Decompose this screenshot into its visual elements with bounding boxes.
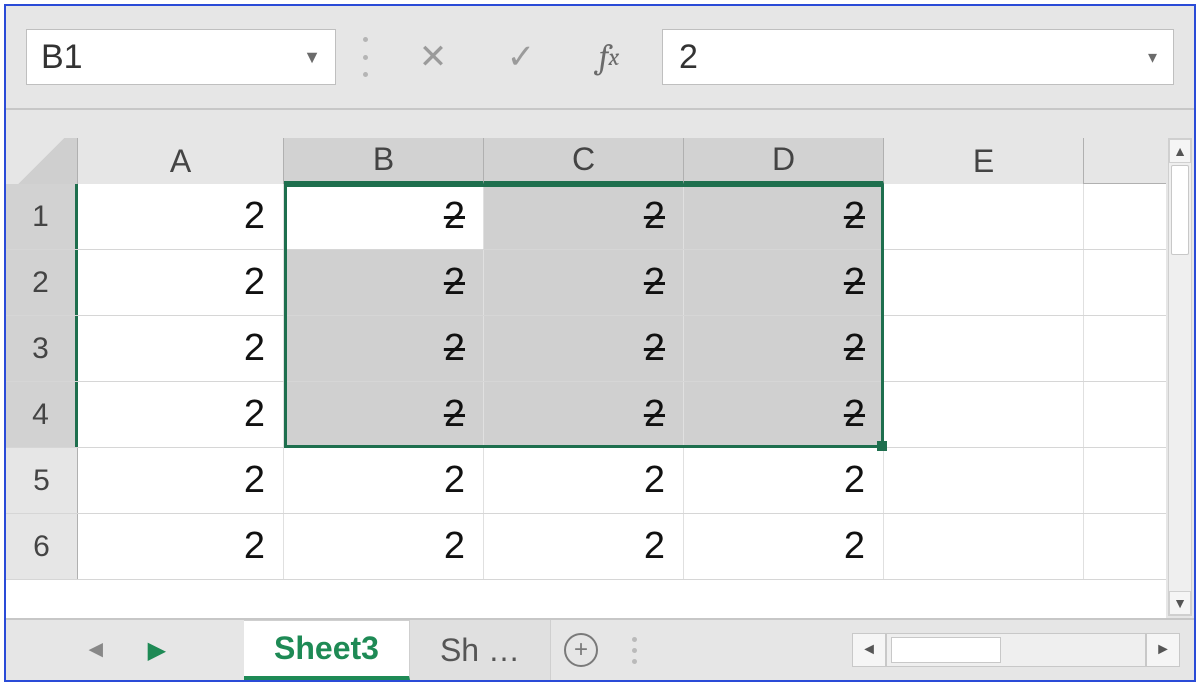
cell-A1[interactable]: 2 <box>78 184 284 249</box>
sheet-tab-other[interactable]: Sh … <box>410 620 551 680</box>
sheet-nav-next-icon[interactable]: ▶ <box>148 636 166 665</box>
name-box[interactable]: B1 ▼ <box>26 29 336 85</box>
cell-D2[interactable]: 2 <box>684 250 884 315</box>
cell-B5[interactable]: 2 <box>284 448 484 513</box>
sheet-tab-active-label: Sheet3 <box>274 630 379 667</box>
formula-value: 2 <box>679 38 698 77</box>
formula-expand-icon[interactable]: ▾ <box>1148 47 1157 68</box>
cell-E6[interactable] <box>884 514 1084 579</box>
sheet-tab-bar: ◄ ▶ Sheet3 Sh … + ◄ ► <box>6 618 1194 680</box>
row-header-1[interactable]: 1 <box>6 184 78 249</box>
excel-window: B1 ▼ ✕ ✓ fx 2 ▾ A B C D E 1 <box>4 4 1196 682</box>
row-header-5[interactable]: 5 <box>6 448 78 513</box>
row: 4 2 2 2 2 <box>6 382 1166 448</box>
scroll-up-icon[interactable]: ▲ <box>1169 139 1191 163</box>
cell-A2[interactable]: 2 <box>78 250 284 315</box>
cell-A6[interactable]: 2 <box>78 514 284 579</box>
cell-D4[interactable]: 2 <box>684 382 884 447</box>
cell-D1[interactable]: 2 <box>684 184 884 249</box>
col-header-D[interactable]: D <box>684 138 884 184</box>
cell-B2[interactable]: 2 <box>284 250 484 315</box>
formula-input[interactable]: 2 ▾ <box>662 29 1174 85</box>
horizontal-scrollbar[interactable]: ◄ ► <box>852 620 1194 680</box>
sheet-nav-prev-icon[interactable]: ◄ <box>84 636 108 664</box>
cell-E2[interactable] <box>884 250 1084 315</box>
cell-D5[interactable]: 2 <box>684 448 884 513</box>
cell-A5[interactable]: 2 <box>78 448 284 513</box>
row-header-2[interactable]: 2 <box>6 250 78 315</box>
row-header-6[interactable]: 6 <box>6 514 78 579</box>
formula-bar-splitter-icon[interactable] <box>360 37 370 77</box>
scroll-left-icon[interactable]: ◄ <box>852 633 886 667</box>
row-header-4[interactable]: 4 <box>6 382 78 447</box>
sheet-nav: ◄ ▶ <box>6 620 244 680</box>
row: 2 2 2 2 2 <box>6 250 1166 316</box>
cell-C4[interactable]: 2 <box>484 382 684 447</box>
cell-C6[interactable]: 2 <box>484 514 684 579</box>
confirm-edit-button: ✓ <box>486 29 556 85</box>
tabbar-splitter-icon[interactable] <box>625 620 645 680</box>
cell-A4[interactable]: 2 <box>78 382 284 447</box>
col-header-A[interactable]: A <box>78 138 284 184</box>
cell-B3[interactable]: 2 <box>284 316 484 381</box>
horizontal-scroll-thumb[interactable] <box>891 637 1001 663</box>
row: 5 2 2 2 2 <box>6 448 1166 514</box>
cell-C1[interactable]: 2 <box>484 184 684 249</box>
grid-inner: A B C D E 1 2 2 2 2 2 2 <box>6 138 1166 618</box>
cell-B1[interactable]: 2 <box>284 184 484 249</box>
cell-A3[interactable]: 2 <box>78 316 284 381</box>
formula-bar: B1 ▼ ✕ ✓ fx 2 ▾ <box>6 6 1194 110</box>
select-all-corner[interactable] <box>6 138 78 184</box>
row: 1 2 2 2 2 <box>6 184 1166 250</box>
cell-C5[interactable]: 2 <box>484 448 684 513</box>
insert-function-button[interactable]: fx <box>574 29 644 85</box>
cell-E5[interactable] <box>884 448 1084 513</box>
col-header-E[interactable]: E <box>884 138 1084 184</box>
col-header-B[interactable]: B <box>284 138 484 184</box>
column-headers: A B C D E <box>6 138 1166 184</box>
plus-icon: + <box>564 633 598 667</box>
row: 3 2 2 2 2 <box>6 316 1166 382</box>
cell-C3[interactable]: 2 <box>484 316 684 381</box>
cell-D6[interactable]: 2 <box>684 514 884 579</box>
cell-D3[interactable]: 2 <box>684 316 884 381</box>
name-box-dropdown-icon[interactable]: ▼ <box>303 47 321 68</box>
cancel-edit-button: ✕ <box>398 29 468 85</box>
col-header-C[interactable]: C <box>484 138 684 184</box>
cell-E1[interactable] <box>884 184 1084 249</box>
cell-B6[interactable]: 2 <box>284 514 484 579</box>
vertical-scrollbar[interactable]: ▲ ▼ <box>1168 138 1192 616</box>
cell-C2[interactable]: 2 <box>484 250 684 315</box>
row: 6 2 2 2 2 <box>6 514 1166 580</box>
spreadsheet-grid: A B C D E 1 2 2 2 2 2 2 <box>6 110 1194 618</box>
sheet-tab-active[interactable]: Sheet3 <box>244 620 410 680</box>
sheet-tab-other-label: Sh … <box>440 632 520 669</box>
vertical-scroll-thumb[interactable] <box>1171 165 1189 255</box>
cell-E3[interactable] <box>884 316 1084 381</box>
scroll-right-icon[interactable]: ► <box>1146 633 1180 667</box>
scroll-down-icon[interactable]: ▼ <box>1169 591 1191 615</box>
add-sheet-button[interactable]: + <box>551 620 611 680</box>
name-box-value: B1 <box>41 38 83 77</box>
cell-B4[interactable]: 2 <box>284 382 484 447</box>
row-header-3[interactable]: 3 <box>6 316 78 381</box>
horizontal-scroll-track[interactable] <box>886 633 1146 667</box>
cell-E4[interactable] <box>884 382 1084 447</box>
grid-rows: 1 2 2 2 2 2 2 2 2 2 3 <box>6 184 1166 618</box>
